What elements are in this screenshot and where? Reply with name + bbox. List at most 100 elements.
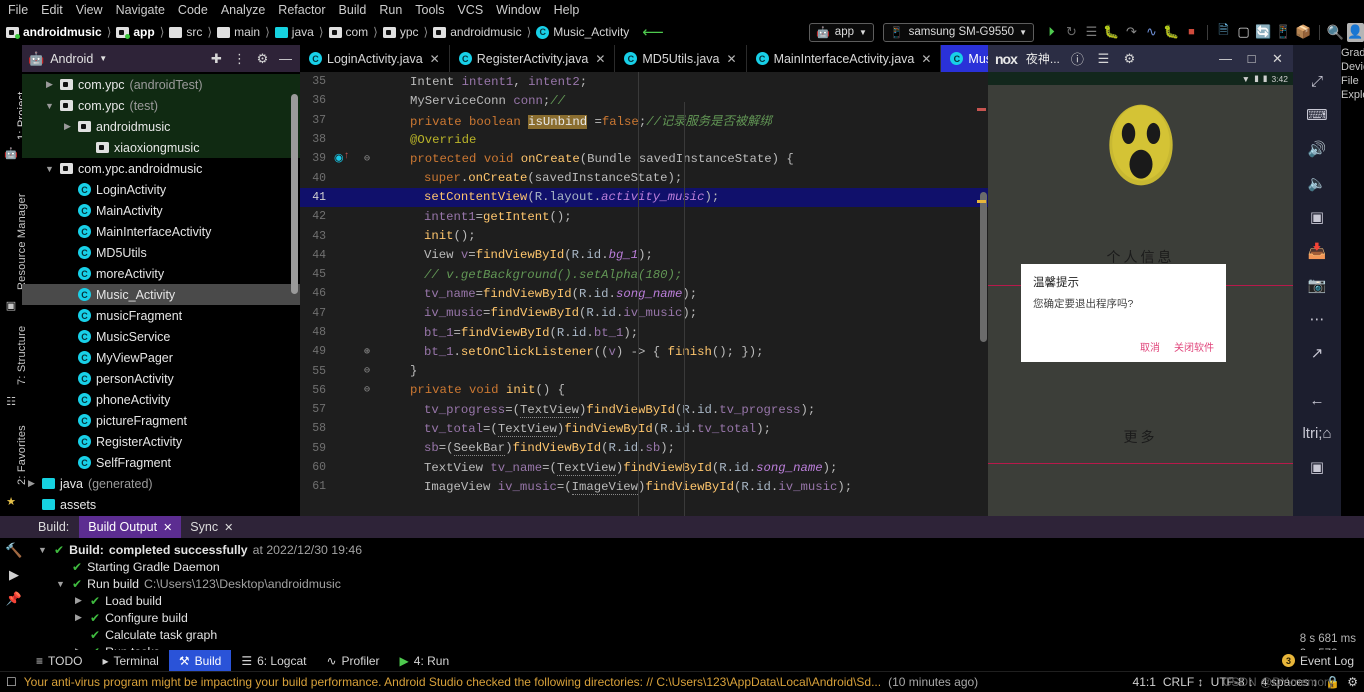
gutter-marks[interactable] [332, 226, 356, 245]
rerun-icon[interactable]: ↻ [1063, 23, 1080, 42]
maximize-icon[interactable]: □ [1243, 50, 1260, 67]
rail-gradle[interactable]: Gradle [1341, 47, 1364, 59]
code-line[interactable]: 42 intent1=getIntent(); [300, 207, 988, 226]
collapse-arrow-icon[interactable]: ▼ [44, 164, 55, 174]
more-icon[interactable]: ⋯ [1310, 310, 1325, 328]
code-line[interactable]: 46 tv_name=findViewById(R.id.song_name); [300, 284, 988, 303]
collapse-arrow-icon[interactable]: ▼ [44, 101, 55, 111]
pin-icon[interactable]: 📌 [6, 591, 22, 607]
breadcrumb-ypc[interactable]: ypc [382, 25, 419, 39]
settings-icon[interactable]: ⚙ [254, 50, 271, 67]
gutter-marks[interactable] [332, 130, 356, 149]
code-line[interactable]: 38 @Override [300, 130, 988, 149]
build-output-row[interactable]: ▶ ✔ Load build [28, 592, 1364, 609]
project-structure-icon[interactable]: 📦 [1295, 23, 1312, 42]
gutter-marks[interactable] [332, 304, 356, 323]
run-icon[interactable]: ⏵ [1043, 23, 1060, 42]
tree-node[interactable]: CmoreActivity [22, 263, 300, 284]
device-selector[interactable]: 📱 samsung SM-G9550 ▼ [882, 22, 1034, 42]
step-icon[interactable]: ↷ [1123, 23, 1140, 42]
code-line[interactable]: 57 tv_progress=(TextView)findViewById(R.i… [300, 400, 988, 419]
tree-node[interactable]: CpictureFragment [22, 410, 300, 431]
tool-window-terminal[interactable]: ▸ Terminal [92, 650, 168, 671]
apk-icon[interactable]: 📥 [1308, 242, 1327, 260]
hide-icon[interactable]: — [277, 50, 294, 67]
chevron-down-icon[interactable]: ▼ [99, 54, 107, 63]
menu-build[interactable]: Build [339, 3, 367, 17]
close-icon[interactable]: ✕ [921, 52, 931, 66]
record-icon[interactable]: 📷 [1308, 276, 1327, 294]
tree-node[interactable]: CmusicFragment [22, 305, 300, 326]
tool-window-build[interactable]: ⚒ Build [168, 650, 232, 671]
editor-tab[interactable]: C LoginActivity.java ✕ [300, 45, 450, 72]
close-icon[interactable]: ✕ [1269, 50, 1286, 67]
tree-node[interactable]: C Music_Activity [22, 284, 300, 305]
editor-scrollbar[interactable] [980, 192, 987, 342]
code-line[interactable]: 48 bt_1=findViewById(R.id.bt_1); [300, 323, 988, 342]
code-line[interactable]: 49 ⊕ bt_1.setOnClickListener((v) -> { fini… [300, 342, 988, 361]
build-hammer-icon[interactable]: 🔨 [5, 542, 22, 559]
gutter-marks[interactable] [332, 168, 356, 187]
breadcrumb-music-activity[interactable]: C Music_Activity [536, 25, 629, 39]
menu-edit[interactable]: Edit [41, 3, 63, 17]
tree-node[interactable]: C MainInterfaceActivity [22, 221, 300, 242]
code-line[interactable]: 40 super.onCreate(savedInstanceState); [300, 168, 988, 187]
code-line[interactable]: 59 sb=(SeekBar)findViewById(R.id.sb); [300, 439, 988, 458]
menu-refactor[interactable]: Refactor [278, 3, 325, 17]
tool-window-profiler[interactable]: ∿ Profiler [316, 650, 389, 671]
menu-window[interactable]: Window [496, 3, 540, 17]
menu-code[interactable]: Code [178, 3, 208, 17]
code-line[interactable]: 61 ImageView iv_music=(ImageView)findView… [300, 477, 988, 496]
code-line[interactable]: 56 ⊖ private void init() { [300, 381, 988, 400]
recents-icon[interactable]: ▣ [1310, 458, 1324, 476]
menu-view[interactable]: View [76, 3, 103, 17]
tree-node[interactable]: C MyViewPager [22, 347, 300, 368]
debug-icon[interactable]: 🐛 [1103, 23, 1120, 42]
close-icon[interactable]: ✕ [595, 52, 605, 66]
code-line[interactable]: 45 // v.getBackground().setAlpha(180); [300, 265, 988, 284]
build-output-row[interactable]: ▼ ✔ Build: completed successfully at 2022/12… [28, 541, 1364, 558]
gutter-marks[interactable] [332, 246, 356, 265]
code-line[interactable]: 44 View v=findViewById(R.id.bg_1); [300, 246, 988, 265]
warning-stripe[interactable] [977, 200, 986, 203]
breadcrumb-src[interactable]: src [169, 25, 202, 39]
tab-build-output[interactable]: Build Output ✕ [79, 516, 182, 538]
gutter-marks[interactable] [332, 265, 356, 284]
breadcrumb-com[interactable]: com [328, 25, 368, 39]
close-icon[interactable]: ✕ [224, 521, 233, 534]
close-icon[interactable]: ✕ [430, 52, 440, 66]
gutter-marks[interactable] [332, 381, 356, 400]
gutter-marks[interactable] [332, 361, 356, 380]
code-fold-toggle[interactable]: ⊖ [356, 365, 378, 377]
expand-arrow-icon[interactable]: ▶ [44, 79, 55, 90]
lock-icon[interactable]: 🔒 [1325, 675, 1340, 689]
gutter-marks[interactable] [332, 342, 356, 361]
editor-tab[interactable]: C MainInterfaceActivity.java ✕ [747, 45, 942, 72]
tree-node[interactable]: CpersonActivity [22, 368, 300, 389]
target-icon[interactable]: ✚ [208, 50, 225, 67]
gutter-marks[interactable] [332, 439, 356, 458]
event-log-button[interactable]: 3 Event Log [1281, 654, 1364, 668]
search-icon[interactable]: 🔍 [1327, 23, 1344, 42]
breadcrumb-java[interactable]: java [274, 25, 314, 39]
dialog-cancel-button[interactable]: 取消 [1140, 339, 1160, 354]
screenshot-icon[interactable]: ▣ [1310, 208, 1324, 226]
breadcrumb-androidmusic-pkg[interactable]: androidmusic [433, 25, 522, 39]
menu-icon[interactable]: ☰ [1095, 50, 1112, 67]
stop-icon[interactable]: ■ [1183, 23, 1200, 42]
menu-tools[interactable]: Tools [415, 3, 444, 17]
gutter-marks[interactable] [332, 284, 356, 303]
run-icon[interactable]: ▶ [9, 567, 19, 583]
device-file-explorer-icon[interactable]: 📱 [1275, 23, 1292, 42]
menu-vcs[interactable]: VCS [457, 3, 483, 17]
build-output-list[interactable]: ▼ ✔ Build: completed successfully at 2022/12… [28, 538, 1364, 665]
code-line[interactable]: 41 setContentView(R.layout.activity_music… [300, 187, 988, 208]
tree-node[interactable]: C RegisterActivity [22, 431, 300, 452]
code-line[interactable]: 39 ◉ ↑ ⊖ protected void onCreate(Bundle save… [300, 149, 988, 168]
menu-run[interactable]: Run [379, 3, 402, 17]
tree-node[interactable]: CphoneActivity [22, 389, 300, 410]
avd-manager-icon[interactable]: ▢ [1235, 23, 1252, 42]
project-tree-scrollbar[interactable] [291, 94, 298, 294]
gutter-marks[interactable] [332, 419, 356, 438]
inspector-icon[interactable]: ⚙ [1347, 675, 1358, 689]
